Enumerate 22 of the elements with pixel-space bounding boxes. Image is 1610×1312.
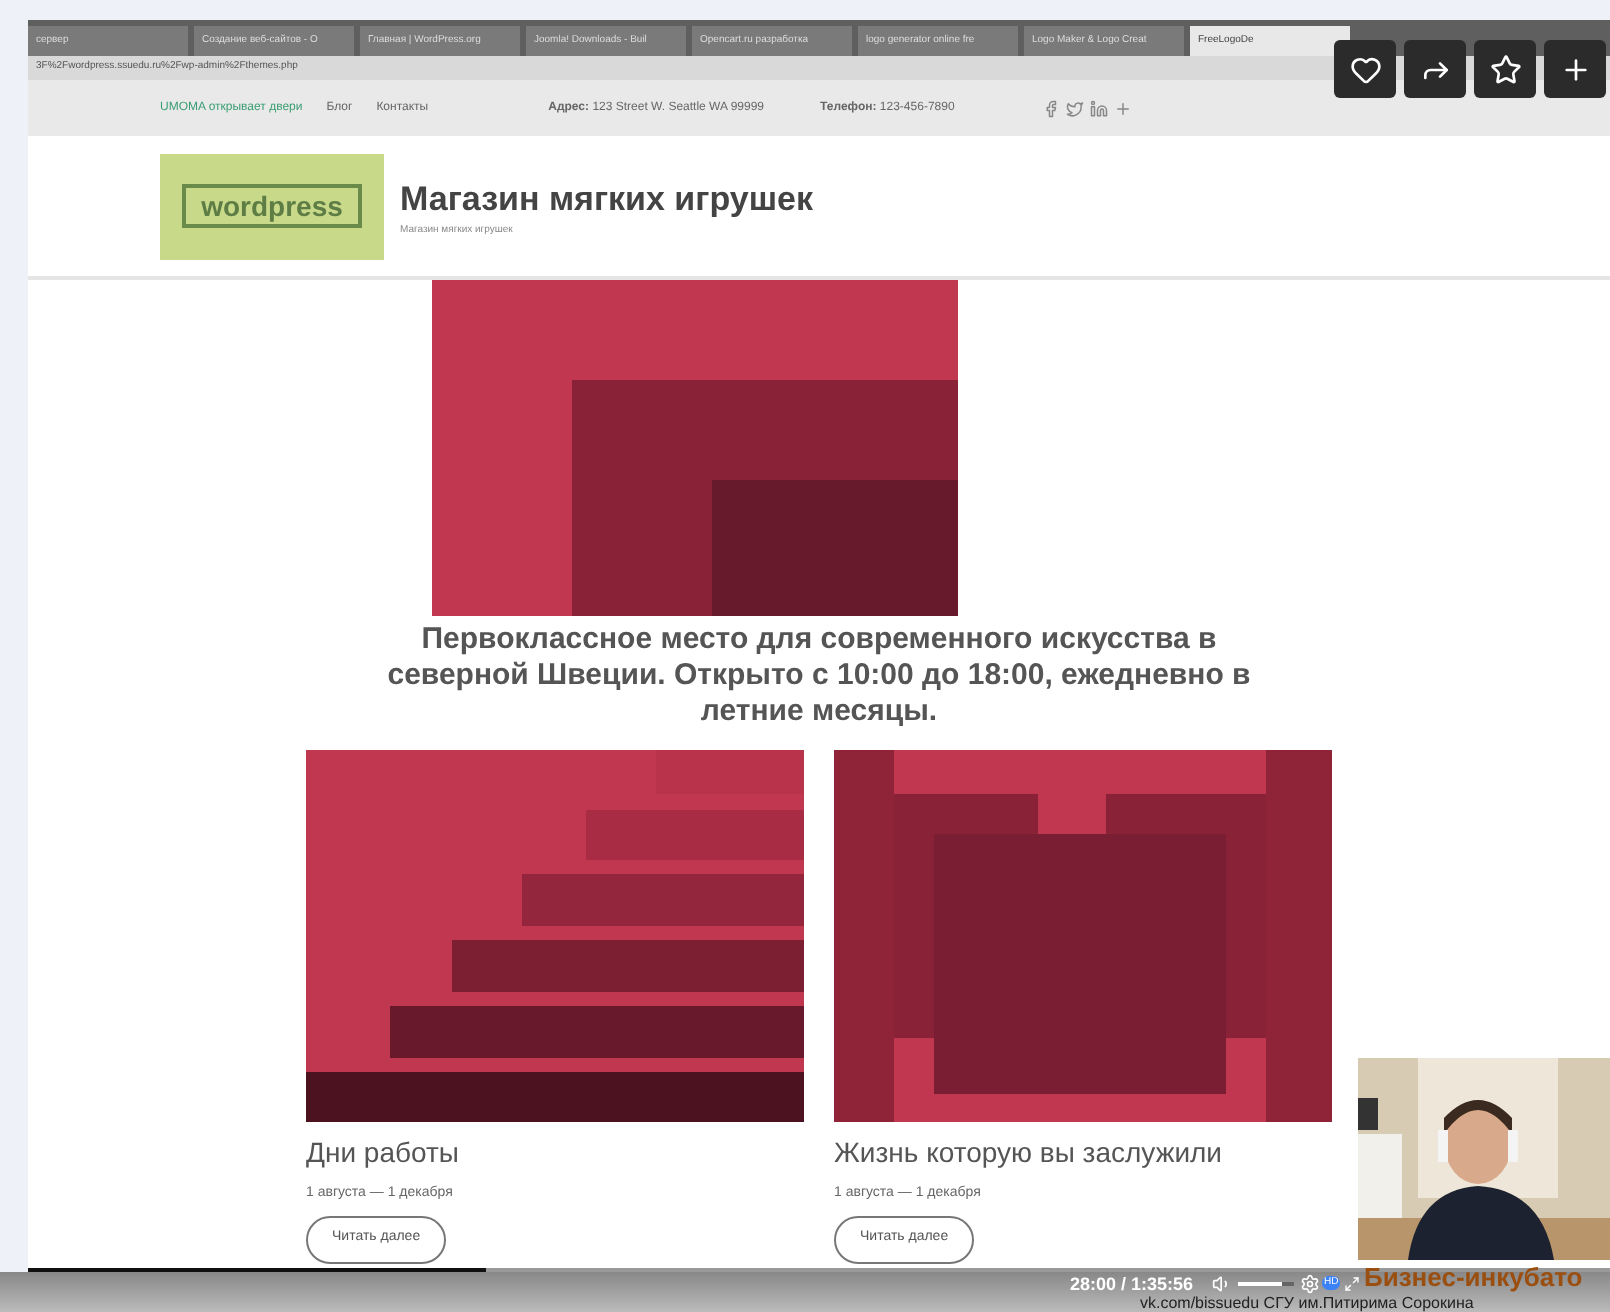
plus-icon — [1559, 53, 1591, 85]
add-button[interactable] — [1544, 40, 1606, 98]
volume-icon[interactable] — [1212, 1274, 1232, 1294]
heart-icon — [1349, 53, 1381, 85]
video-footer-text: vk.com/bissuedu СГУ им.Питирима Сорокина — [1140, 1296, 1474, 1312]
star-icon — [1489, 53, 1521, 85]
channel-title: Бизнес-инкубато — [1364, 1260, 1583, 1296]
time-display: 28:00 / 1:35:56 — [1070, 1274, 1194, 1294]
site-logo[interactable]: wordpress — [160, 153, 384, 259]
site-title: Магазин мягких игрушек — [400, 177, 813, 221]
like-button[interactable] — [1334, 40, 1396, 98]
fullscreen-icon[interactable] — [1344, 1276, 1360, 1292]
settings-icon[interactable] — [1300, 1274, 1320, 1294]
facebook-icon[interactable] — [1042, 99, 1061, 117]
twitter-icon[interactable] — [1066, 99, 1085, 117]
linkedin-icon[interactable] — [1090, 99, 1109, 117]
bookmark-button[interactable] — [1474, 40, 1536, 98]
card-title: Жизнь которую вы заслужили — [834, 1134, 1222, 1172]
share-button[interactable] — [1404, 40, 1466, 98]
hero-heading: Первоклассное место для современного искусства в северной Швеции. Открыто с 10:00 до 18:00, ежедневно в летние месяцы. — [385, 622, 1253, 730]
card-title: Дни работы — [306, 1134, 459, 1172]
plus-icon[interactable] — [1114, 99, 1133, 117]
